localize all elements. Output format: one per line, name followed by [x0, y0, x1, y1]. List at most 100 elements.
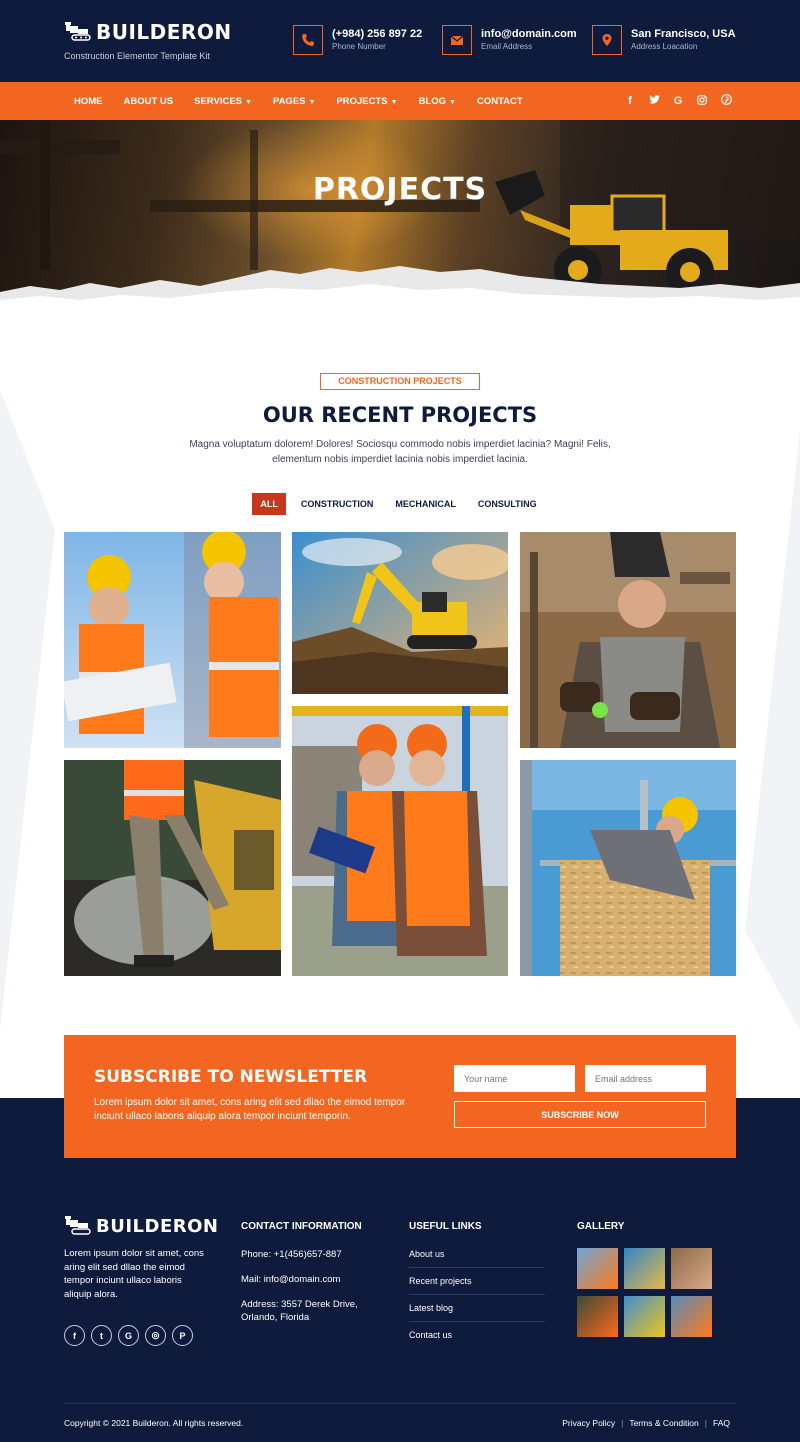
instagram-icon[interactable]: ◎	[145, 1325, 166, 1346]
phone-icon	[293, 25, 323, 55]
phone-number: (+984) 256 897 22	[332, 27, 423, 40]
project-image-welder[interactable]	[520, 532, 736, 748]
newsletter-box: SUBSCRIBE TO NEWSLETTER Lorem ipsum dolo…	[64, 1035, 736, 1158]
gallery-thumb[interactable]	[577, 1248, 618, 1289]
gallery-heading: GALLERY	[577, 1221, 625, 1232]
contact-heading: CONTACT INFORMATION	[241, 1221, 362, 1232]
email-address: info@domain.com	[481, 27, 577, 40]
filter-mechanical[interactable]: MECHANICAL	[384, 494, 467, 514]
location-label: Address Loacation	[631, 41, 698, 51]
newsletter-description: Lorem ipsum dolor sit amet, cons aring e…	[94, 1097, 406, 1122]
email-input[interactable]	[585, 1065, 706, 1092]
gallery-thumb[interactable]	[577, 1296, 618, 1337]
faq-link[interactable]: FAQ	[713, 1418, 730, 1428]
footer-divider	[64, 1403, 736, 1404]
footer-link-contact[interactable]: Contact us	[409, 1330, 545, 1348]
project-image-worker-osb[interactable]	[520, 760, 736, 976]
footer-link-projects[interactable]: Recent projects	[409, 1276, 545, 1295]
nav-projects[interactable]: PROJECTS ▼	[336, 96, 397, 107]
project-image-engineers-blueprint[interactable]	[64, 532, 281, 748]
page-hero: PROJECTS	[0, 120, 800, 310]
section-title: OUR RECENT PROJECTS	[262, 403, 538, 427]
project-image-worker-saw[interactable]	[64, 760, 281, 976]
nav-services-label: SERVICES	[194, 95, 242, 107]
header-location[interactable]: San Francisco, USA Address Loacation	[592, 25, 736, 55]
page-title: PROJECTS	[312, 172, 488, 207]
subscribe-button[interactable]: SUBSCRIBE NOW	[454, 1101, 706, 1128]
nav-about-label: ABOUT US	[123, 95, 174, 107]
phone-label: Phone Number	[332, 41, 386, 51]
links-heading: USEFUL LINKS	[409, 1221, 482, 1232]
footer-phone: Phone: +1(456)657-887	[241, 1249, 342, 1260]
google-icon[interactable]: G	[118, 1325, 139, 1346]
footer-about: Lorem ipsum dolor sit amet, cons aring e…	[64, 1248, 204, 1300]
chevron-down-icon: ▼	[390, 98, 398, 106]
main-nav: HOME ABOUT US SERVICES ▼ PAGES ▼ PROJECTS ▼…	[0, 82, 800, 120]
nav-social-links: f G	[612, 82, 732, 120]
nav-pages-label: PAGES	[272, 95, 306, 107]
header-email[interactable]: info@domain.com Email Address	[442, 25, 577, 55]
torn-paper-edge	[0, 266, 800, 310]
brand-tagline: Construction Elementor Template Kit	[64, 51, 210, 61]
nav-services[interactable]: SERVICES ▼	[194, 96, 252, 107]
twitter-icon[interactable]	[648, 94, 660, 108]
gallery-thumb[interactable]	[624, 1248, 665, 1289]
section-tag: CONSTRUCTION PROJECTS	[320, 373, 480, 390]
project-image-engineers-clipboard[interactable]	[292, 706, 508, 976]
nav-projects-label: PROJECTS	[336, 95, 388, 107]
top-header: BUILDERON Construction Elementor Templat…	[0, 0, 800, 82]
nav-contact-label: CONTACT	[476, 95, 523, 107]
logo[interactable]: BUILDERON	[64, 20, 232, 44]
footer-social-links: f t G ◎ P	[64, 1325, 199, 1346]
chevron-down-icon: ▼	[245, 98, 252, 106]
nav-pages[interactable]: PAGES ▼	[273, 96, 316, 107]
gallery-thumb[interactable]	[671, 1248, 712, 1289]
filter-all[interactable]: ALL	[252, 493, 286, 515]
header-phone[interactable]: (+984) 256 897 22 Phone Number	[293, 25, 422, 55]
legal-links: Privacy Policy | Terms & Condition | FAQ	[562, 1418, 730, 1428]
filter-construction[interactable]: CONSTRUCTION	[290, 494, 385, 514]
separator: |	[621, 1418, 624, 1428]
project-image-excavator[interactable]	[292, 532, 508, 694]
nav-about-us[interactable]: ABOUT US	[124, 96, 174, 107]
facebook-icon[interactable]: f	[624, 95, 636, 107]
nav-blog-label: BLOG	[418, 95, 447, 107]
background-shape-left	[0, 390, 55, 1030]
separator: |	[704, 1418, 707, 1428]
mail-icon	[442, 25, 472, 55]
newsletter-title: SUBSCRIBE TO NEWSLETTER	[94, 1067, 368, 1087]
facebook-icon[interactable]: f	[64, 1325, 85, 1346]
nav-contact[interactable]: CONTACT	[477, 96, 523, 107]
gallery-thumb[interactable]	[671, 1296, 712, 1337]
brand-name: BUILDERON	[96, 20, 232, 44]
chevron-down-icon: ▼	[449, 98, 456, 106]
pinterest-icon[interactable]	[720, 94, 732, 108]
twitter-icon[interactable]: t	[91, 1325, 112, 1346]
privacy-policy-link[interactable]: Privacy Policy	[562, 1418, 615, 1428]
footer-logo[interactable]: BUILDERON	[64, 1215, 218, 1237]
pinterest-icon[interactable]: P	[172, 1325, 193, 1346]
nav-links: HOME ABOUT US SERVICES ▼ PAGES ▼ PROJECTS ▼…	[74, 82, 544, 120]
nav-home[interactable]: HOME	[74, 96, 103, 107]
nav-blog[interactable]: BLOG ▼	[419, 96, 456, 107]
footer-brand-name: BUILDERON	[96, 1215, 219, 1237]
name-input[interactable]	[454, 1065, 575, 1092]
excavator-logo-icon	[65, 22, 91, 41]
excavator-logo-icon	[65, 1216, 91, 1235]
section-description: Magna voluptatum dolorem! Dolores! Socio…	[189, 439, 611, 465]
instagram-icon[interactable]	[696, 94, 708, 108]
email-label: Email Address	[481, 41, 533, 51]
nav-home-label: HOME	[74, 95, 103, 107]
filter-consulting[interactable]: CONSULTING	[467, 494, 548, 514]
footer-address: Address: 3557 Derek Drive, Orlando, Flor…	[241, 1299, 358, 1323]
location-pin-icon	[592, 25, 622, 55]
background-shape-right	[745, 430, 800, 1030]
footer-link-blog[interactable]: Latest blog	[409, 1303, 545, 1322]
location-text: San Francisco, USA	[631, 27, 736, 40]
copyright-text: Copyright © 2021 Builderon. All rights r…	[64, 1418, 244, 1428]
footer-link-about[interactable]: About us	[409, 1249, 545, 1268]
footer-mail: Mail: info@domain.com	[241, 1274, 341, 1285]
google-icon[interactable]: G	[672, 95, 684, 107]
terms-link[interactable]: Terms & Condition	[629, 1418, 698, 1428]
gallery-thumb[interactable]	[624, 1296, 665, 1337]
